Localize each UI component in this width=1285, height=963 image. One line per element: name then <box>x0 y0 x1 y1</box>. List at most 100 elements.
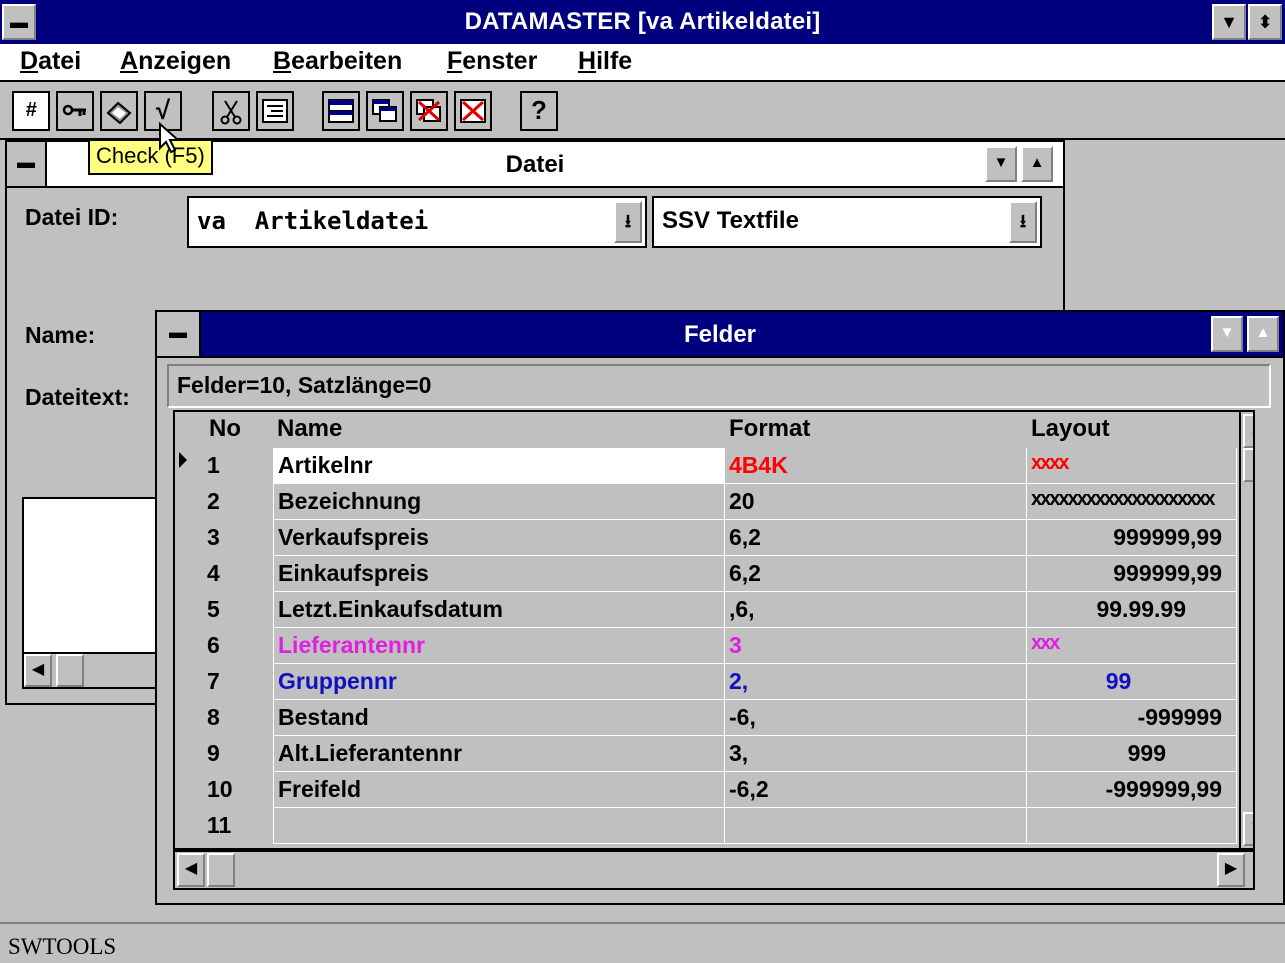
datei-id-combo[interactable]: va Artikeldatei ⭳ <box>187 196 647 248</box>
row-number: 5 <box>207 596 220 622</box>
list-button[interactable] <box>256 91 294 131</box>
cell-layout[interactable]: 999 <box>1027 736 1237 772</box>
column-header-layout[interactable]: Layout <box>1031 415 1110 443</box>
table-row[interactable]: 6 Lieferantennr 3 xxx <box>175 628 1237 664</box>
current-row-marker-icon <box>179 452 187 468</box>
cell-format[interactable]: ,6, <box>725 592 1027 628</box>
cell-name[interactable] <box>273 808 725 844</box>
cell-name[interactable]: Bezeichnung <box>273 484 725 520</box>
cell-layout[interactable]: -999999,99 <box>1027 772 1237 808</box>
dateitext-label: Dateitext: <box>25 384 130 410</box>
table-row[interactable]: 4 Einkaufspreis 6,2 999999,99 <box>175 556 1237 592</box>
cell-name[interactable]: Einkaufspreis <box>273 556 725 592</box>
cell-name[interactable]: Alt.Lieferantennr <box>273 736 725 772</box>
cell-format[interactable]: -6, <box>725 700 1027 736</box>
status-text: SWTOOLS <box>8 934 117 959</box>
help-button[interactable]: ? <box>520 91 558 131</box>
cell-layout[interactable]: 999999,99 <box>1027 520 1237 556</box>
tile-button[interactable] <box>322 91 360 131</box>
cascade-icon <box>372 99 397 122</box>
table-row[interactable]: 5 Letzt.Einkaufsdatum ,6, 99.99.99 <box>175 592 1237 628</box>
eraser-button[interactable] <box>100 91 138 131</box>
cell-format[interactable]: 3 <box>725 628 1027 664</box>
table-row[interactable]: 7 Gruppennr 2, 99 <box>175 664 1237 700</box>
cell-format[interactable]: 20 <box>725 484 1027 520</box>
table-row[interactable]: 8 Bestand -6, -999999 <box>175 700 1237 736</box>
table-row[interactable]: 1 Artikelnr 4B4K xxxx <box>175 448 1237 484</box>
menu-datei[interactable]: Datei <box>20 47 81 76</box>
scroll-left-icon[interactable]: ◀ <box>177 853 205 887</box>
column-header-name[interactable]: Name <box>277 415 342 443</box>
table-row[interactable]: 11 <box>175 808 1237 844</box>
datei-scroll-left-icon[interactable]: ◀ <box>24 654 52 687</box>
grid-horizontal-scrollbar[interactable]: ◀ ▶ <box>173 850 1255 890</box>
hash-button[interactable]: # <box>12 91 50 131</box>
filetype-combo[interactable]: SSV Textfile ⭳ <box>652 196 1042 248</box>
cell-format[interactable]: 2, <box>725 664 1027 700</box>
table-row[interactable]: 3 Verkaufspreis 6,2 999999,99 <box>175 520 1237 556</box>
menu-fenster[interactable]: Fenster <box>447 47 537 76</box>
cell-format[interactable]: 3, <box>725 736 1027 772</box>
felder-window: ▬ Felder ▼ ▲ Felder=10, Satzlänge=0 No N… <box>155 310 1285 905</box>
felder-minimize-button[interactable]: ▼ <box>1211 316 1243 352</box>
menu-hilfe[interactable]: Hilfe <box>578 47 632 76</box>
datei-id-dropdown-icon[interactable]: ⭳ <box>614 201 642 243</box>
table-row[interactable]: 10 Freifeld -6,2 -999999,99 <box>175 772 1237 808</box>
datei-maximize-button[interactable]: ▲ <box>1021 146 1053 182</box>
minimize-button[interactable]: ▼ <box>1212 4 1246 40</box>
datei-horizontal-scrollbar[interactable]: ◀ <box>22 652 167 689</box>
table-row[interactable]: 9 Alt.Lieferantennr 3, 999 <box>175 736 1237 772</box>
felder-info-box: Felder=10, Satzlänge=0 <box>167 364 1271 408</box>
row-number: 10 <box>207 776 233 802</box>
menu-bearbeiten[interactable]: Bearbeiten <box>273 47 402 76</box>
row-number: 2 <box>207 488 220 514</box>
row-number: 11 <box>207 812 232 838</box>
filetype-dropdown-icon[interactable]: ⭳ <box>1009 201 1037 243</box>
cell-layout[interactable]: xxxx <box>1027 448 1237 484</box>
close-all-icon <box>460 99 486 123</box>
scroll-down-icon[interactable]: ▼ <box>1243 812 1253 846</box>
scroll-up-icon[interactable]: ▲ <box>1243 414 1253 448</box>
datei-minimize-button[interactable]: ▼ <box>985 146 1017 182</box>
cascade-button[interactable] <box>366 91 404 131</box>
felder-title: Felder <box>683 321 757 348</box>
felder-maximize-button[interactable]: ▲ <box>1247 316 1279 352</box>
cell-format[interactable] <box>725 808 1027 844</box>
fields-grid[interactable]: No Name Format Layout 1 Artikelnr 4B4K xxxx… <box>173 410 1255 850</box>
cell-layout[interactable]: 999999,99 <box>1027 556 1237 592</box>
cell-name[interactable]: Bestand <box>273 700 725 736</box>
restore-button[interactable]: ⬍ <box>1248 4 1282 40</box>
filetype-value: SSV Textfile <box>662 207 799 234</box>
cut-button[interactable] <box>212 91 250 131</box>
cell-name[interactable]: Lieferantennr <box>273 628 725 664</box>
cell-layout[interactable] <box>1027 808 1237 844</box>
cell-name[interactable]: Verkaufspreis <box>273 520 725 556</box>
column-header-format[interactable]: Format <box>729 415 810 443</box>
datei-scroll-thumb[interactable] <box>56 654 84 687</box>
grid-vertical-scrollbar[interactable]: ▲ ▼ <box>1239 412 1253 848</box>
close-all-button[interactable] <box>454 91 492 131</box>
cell-name[interactable]: Letzt.Einkaufsdatum <box>273 592 725 628</box>
cell-format[interactable]: 6,2 <box>725 520 1027 556</box>
cell-layout[interactable]: 99 <box>1027 664 1237 700</box>
delete-window-button[interactable] <box>410 91 448 131</box>
cell-name[interactable]: Artikelnr <box>273 448 725 484</box>
grid-scroll-thumb[interactable] <box>1243 448 1253 482</box>
menu-mnemonic: B <box>273 47 292 75</box>
delete-icon <box>416 99 441 122</box>
cell-format[interactable]: -6,2 <box>725 772 1027 808</box>
scroll-right-icon[interactable]: ▶ <box>1217 853 1245 887</box>
cell-format[interactable]: 6,2 <box>725 556 1027 592</box>
cell-name[interactable]: Gruppennr <box>273 664 725 700</box>
table-row[interactable]: 2 Bezeichnung 20 xxxxxxxxxxxxxxxxxxxx <box>175 484 1237 520</box>
cell-layout[interactable]: xxxxxxxxxxxxxxxxxxxx <box>1027 484 1237 520</box>
menu-anzeigen[interactable]: Anzeigen <box>120 47 231 76</box>
cell-layout[interactable]: xxx <box>1027 628 1237 664</box>
grid-hscroll-thumb[interactable] <box>207 853 235 887</box>
column-header-no[interactable]: No <box>209 415 241 443</box>
cell-layout[interactable]: -999999 <box>1027 700 1237 736</box>
key-button[interactable] <box>56 91 94 131</box>
cell-layout[interactable]: 99.99.99 <box>1027 592 1237 628</box>
cell-format[interactable]: 4B4K <box>725 448 1027 484</box>
cell-name[interactable]: Freifeld <box>273 772 725 808</box>
